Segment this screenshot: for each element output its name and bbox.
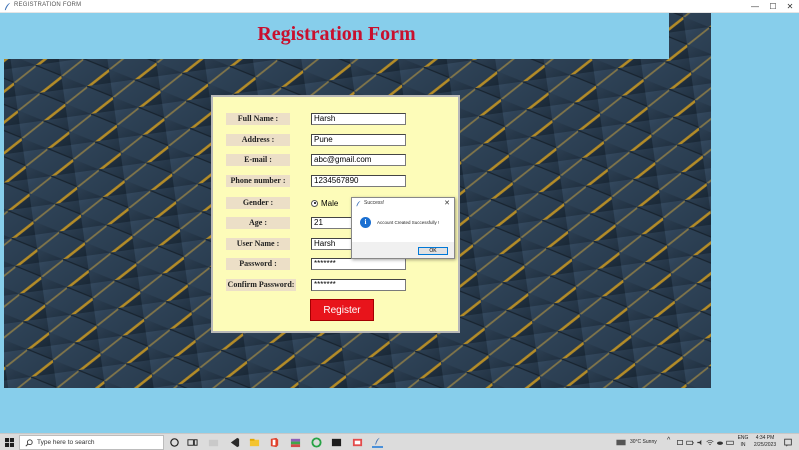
feather-icon <box>4 2 11 11</box>
email-label: E-mail : <box>226 154 290 166</box>
python-feather-icon[interactable] <box>372 437 383 448</box>
address-input[interactable]: Pune <box>311 134 406 146</box>
weather-text[interactable]: 30°C Sunny <box>630 439 657 445</box>
phone-label: Phone number : <box>226 175 290 187</box>
confirm-password-label: Confirm Password: <box>226 279 296 291</box>
password-label: Password : <box>226 258 290 270</box>
keyboard-icon[interactable] <box>726 437 734 448</box>
taskbar-search-box[interactable]: Type here to search <box>19 435 164 450</box>
office-icon[interactable] <box>269 437 280 448</box>
full-name-label: Full Name : <box>226 113 290 125</box>
language-indicator[interactable]: ENG IN <box>735 435 751 449</box>
dialog-title: Success! <box>364 200 385 206</box>
radio-indicator[interactable] <box>311 199 318 207</box>
terminal-icon[interactable] <box>331 437 342 448</box>
feather-icon <box>356 200 361 207</box>
dialog-message: Account Created Successfully ! <box>377 220 440 225</box>
cloud-icon[interactable] <box>716 437 724 448</box>
success-dialog: Success! ✕ i Account Created Successfull… <box>351 197 455 259</box>
chevron-up-icon[interactable]: ^ <box>667 437 670 444</box>
language-secondary: IN <box>740 442 746 448</box>
search-icon <box>25 439 33 447</box>
dialog-close-button[interactable]: ✕ <box>444 199 450 207</box>
task-view-icon[interactable] <box>187 437 198 448</box>
battery-icon[interactable] <box>686 437 694 448</box>
phone-input[interactable]: 1234567890 <box>311 175 406 187</box>
snipping-tool-icon[interactable] <box>352 437 363 448</box>
header-banner: Registration Form <box>4 13 669 59</box>
window-title: REGISTRATION FORM <box>14 2 82 8</box>
clock[interactable]: 4:34 PM 2/25/2023 <box>752 435 778 449</box>
gender-male-label: Male <box>321 198 339 208</box>
register-button[interactable]: Register <box>310 299 374 321</box>
weather-icon[interactable] <box>615 437 627 448</box>
speaker-icon[interactable] <box>696 437 704 448</box>
notification-icon[interactable] <box>783 437 793 448</box>
window-title-bar: REGISTRATION FORM — ☐ ✕ <box>0 0 799 13</box>
username-label: User Name : <box>226 238 290 250</box>
password-input[interactable]: ******* <box>311 258 406 270</box>
maximize-button[interactable]: ☐ <box>766 1 780 12</box>
close-button[interactable]: ✕ <box>783 1 797 12</box>
file-explorer-ghost-icon[interactable] <box>208 437 219 448</box>
cortana-icon[interactable] <box>169 437 180 448</box>
ok-button[interactable]: OK <box>418 247 448 255</box>
gender-male-radio[interactable]: Male <box>311 197 338 209</box>
age-label: Age : <box>226 217 290 229</box>
confirm-password-input[interactable]: ******* <box>311 279 406 291</box>
clock-date: 2/25/2023 <box>753 442 777 448</box>
minimize-button[interactable]: — <box>748 1 762 12</box>
language-primary: ENG <box>737 435 749 441</box>
page-title: Registration Form <box>257 23 416 45</box>
address-label: Address : <box>226 134 290 146</box>
full-name-input[interactable]: Harsh <box>311 113 406 125</box>
dialog-title-bar: Success! ✕ <box>352 198 454 209</box>
email-input[interactable]: abc@gmail.com <box>311 154 406 166</box>
vscode-icon[interactable] <box>229 437 240 448</box>
dialog-body: i Account Created Successfully ! <box>352 209 454 242</box>
wifi-icon[interactable] <box>706 437 714 448</box>
clock-time: 4:34 PM <box>755 435 775 441</box>
file-explorer-icon[interactable] <box>249 437 260 448</box>
winrar-icon[interactable] <box>290 437 301 448</box>
info-icon: i <box>360 217 371 228</box>
taskbar: Type here to search 30°C Sunny ^ ENG IN … <box>0 433 799 450</box>
search-placeholder: Type here to search <box>37 439 95 446</box>
windows-start-icon[interactable] <box>5 438 14 447</box>
gender-label: Gender : <box>226 197 290 209</box>
edge-icon[interactable] <box>311 437 322 448</box>
network-icon[interactable] <box>676 437 684 448</box>
